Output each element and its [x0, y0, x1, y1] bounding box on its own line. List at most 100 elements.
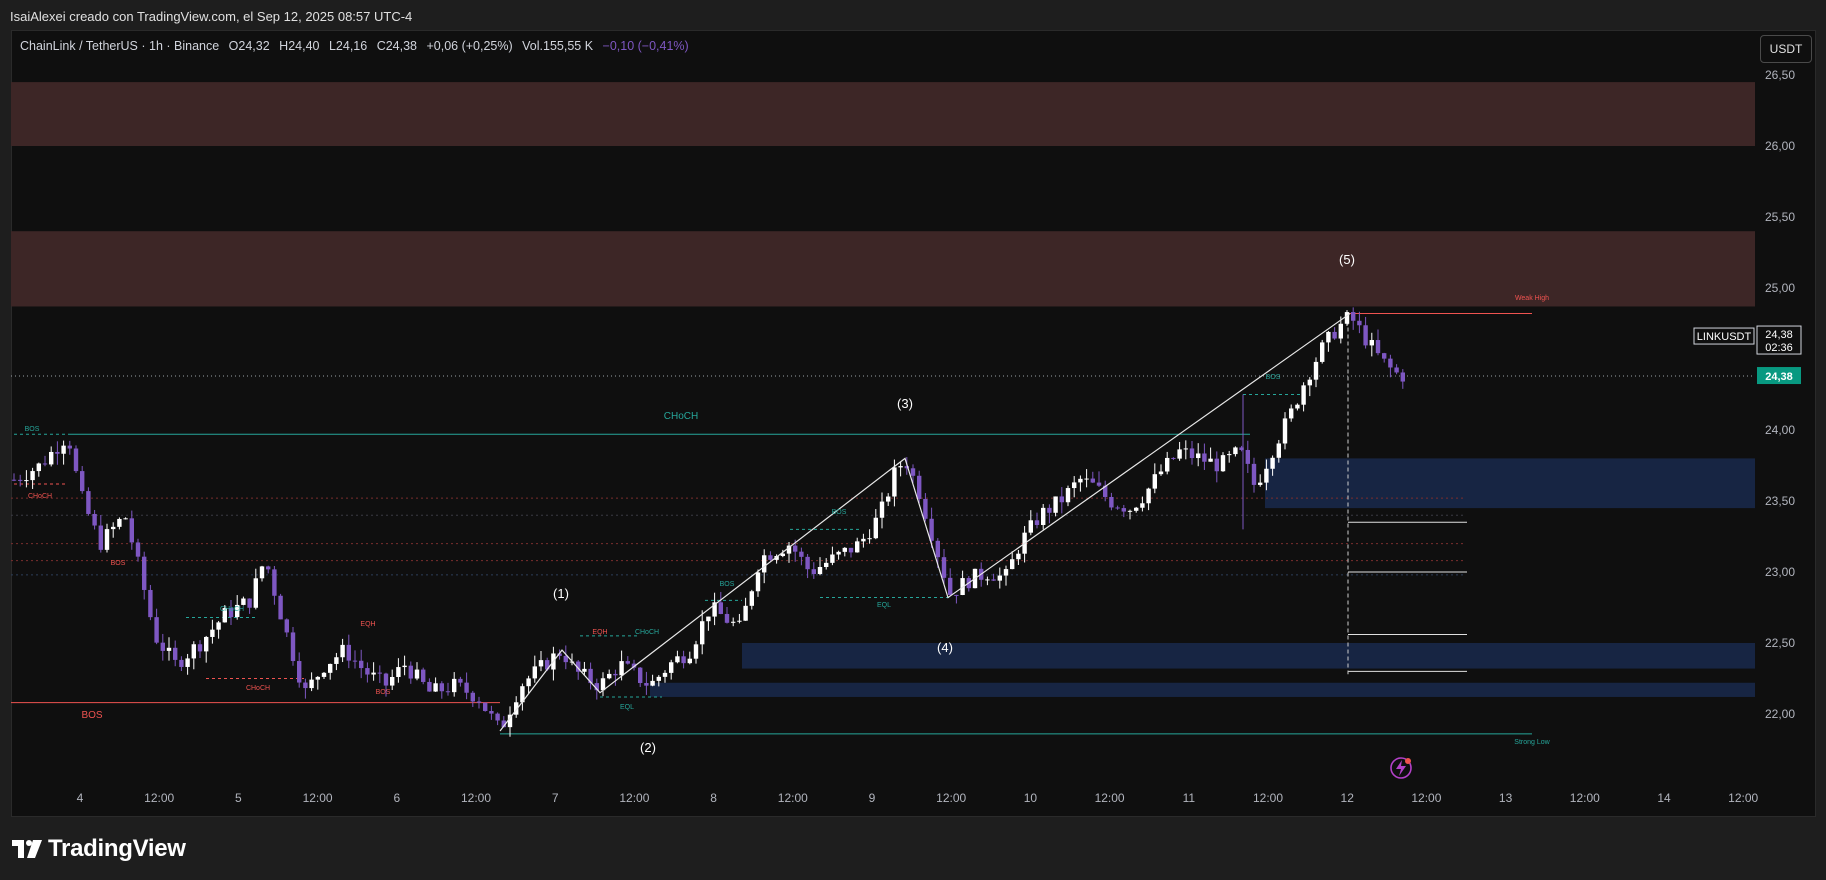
- bear-candle: [303, 682, 308, 689]
- bear-candle: [483, 702, 488, 712]
- bull-candle: [749, 591, 754, 606]
- strong-low-label: Strong Low: [1514, 739, 1550, 746]
- wave3-label: (3): [897, 396, 913, 411]
- price-tick-label: 23,50: [1765, 494, 1795, 508]
- bear-candle: [352, 660, 358, 662]
- bull-candle: [582, 668, 587, 672]
- choch-main-label: CHoCH: [664, 411, 698, 422]
- high-value: H24,40: [279, 39, 320, 53]
- time-tick-label: 12:00: [778, 791, 808, 805]
- bull-candle: [1177, 449, 1182, 459]
- bear-candle: [383, 673, 389, 686]
- bull-candle: [24, 480, 29, 482]
- bear-candle: [1034, 520, 1040, 525]
- bull-candle: [619, 661, 624, 676]
- bull-candle: [1134, 507, 1139, 511]
- bear-candle: [917, 475, 922, 499]
- bear-candle: [129, 518, 134, 543]
- bull-candle: [743, 605, 748, 621]
- bull-candle: [669, 662, 674, 673]
- bear-candle: [811, 569, 816, 575]
- symbol-name[interactable]: ChainLink / TetherUS · 1h · Binance: [20, 39, 219, 53]
- bull-candle: [700, 621, 705, 645]
- time-tick-label: 12:00: [144, 791, 174, 805]
- bull-candle: [414, 669, 420, 679]
- bear-candle: [1332, 331, 1337, 339]
- bull-candle: [650, 680, 655, 686]
- bull-candle: [737, 620, 742, 622]
- volume-value: Vol.155,55 K: [522, 39, 594, 53]
- bull-candle: [867, 538, 872, 540]
- bear-candle: [148, 589, 153, 618]
- bull-candle: [1053, 496, 1058, 513]
- price-tick-label: 22,50: [1765, 636, 1795, 650]
- bear-candle: [613, 673, 618, 676]
- bull-candle: [997, 575, 1002, 581]
- eqh-label: EQH: [360, 621, 375, 628]
- bull-candle: [1320, 342, 1325, 362]
- bull-candle: [1326, 331, 1331, 343]
- time-tick-label: 12:00: [303, 791, 333, 805]
- bull-candle: [824, 562, 829, 567]
- bull-candle: [191, 644, 196, 659]
- bull-candle: [259, 566, 265, 579]
- bear-candle: [1121, 508, 1126, 512]
- bull-candle: [662, 672, 668, 677]
- bull-candle: [1220, 455, 1226, 472]
- price-tick-label: 25,50: [1765, 210, 1795, 224]
- bear-candle: [1214, 458, 1219, 472]
- bear-candle: [278, 595, 283, 620]
- wave4-label: (4): [937, 640, 953, 655]
- bull-candle: [36, 463, 41, 472]
- bear-candle: [458, 678, 463, 683]
- bear-candle: [476, 701, 482, 703]
- bear-candle: [427, 681, 432, 692]
- bull-candle: [1264, 468, 1269, 483]
- bear-candle: [948, 577, 953, 595]
- weak-high-label: Weak High: [1515, 295, 1549, 302]
- bos-label: BOS: [720, 581, 735, 588]
- bull-candle: [452, 678, 457, 693]
- price-tick-label: 22,00: [1765, 707, 1795, 721]
- bull-candle: [166, 647, 172, 651]
- supply-zone: [11, 82, 1755, 146]
- bear-candle: [154, 617, 159, 643]
- bull-candle: [241, 598, 246, 605]
- bull-candle: [656, 676, 661, 681]
- bull-candle: [1301, 385, 1306, 405]
- bull-candle: [253, 578, 258, 608]
- bull-candle: [1152, 474, 1157, 489]
- bear-candle: [73, 448, 79, 472]
- bull-candle: [1003, 569, 1009, 576]
- wave2-label: (2): [640, 740, 656, 755]
- bull-candle: [842, 547, 847, 552]
- chart-canvas[interactable]: (1) (2) (3) (4) (5) CHoCH BOS CHoCH BOS BOS CHoCH C…: [0, 0, 1826, 880]
- bear-candle: [991, 579, 996, 581]
- close-value: C24,38: [376, 39, 417, 53]
- bos-label: BOS: [832, 509, 847, 516]
- bear-candle: [55, 451, 60, 454]
- change-value: +0,06 (+0,25%): [426, 39, 513, 53]
- current-price-value: 24,38: [1765, 371, 1793, 383]
- bull-candle: [1258, 482, 1263, 485]
- bull-candle: [340, 644, 345, 658]
- bear-candle: [489, 711, 494, 714]
- bear-candle: [495, 713, 500, 721]
- bear-candle: [638, 667, 643, 684]
- time-tick-label: 4: [77, 791, 84, 805]
- tradingview-logo[interactable]: TradingView: [12, 834, 186, 864]
- bull-candle: [371, 672, 376, 675]
- currency-button[interactable]: USDT: [1760, 35, 1812, 63]
- bear-candle: [439, 683, 444, 692]
- price-tick-label: 25,00: [1765, 281, 1795, 295]
- time-tick-label: 12:00: [461, 791, 491, 805]
- price-tick-label: 23,00: [1765, 565, 1795, 579]
- bull-candle: [1196, 453, 1201, 459]
- bull-candle: [675, 656, 680, 663]
- symbol-legend[interactable]: ChainLink / TetherUS · 1h · Binance O24,…: [20, 39, 695, 53]
- bear-candle: [799, 551, 804, 557]
- bull-candle: [123, 518, 128, 520]
- eql-label: EQL: [877, 602, 891, 609]
- bear-candle: [408, 665, 413, 679]
- bear-candle: [1202, 453, 1207, 462]
